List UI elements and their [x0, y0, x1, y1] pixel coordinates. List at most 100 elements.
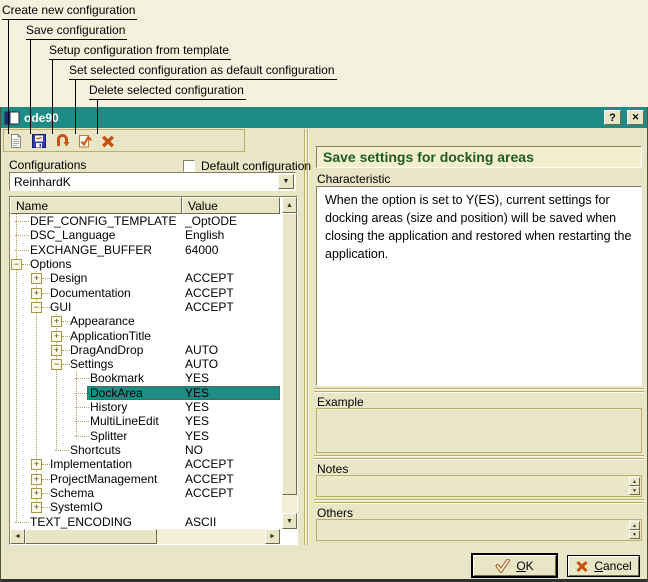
tree-item-name: Schema	[50, 486, 94, 500]
tree-row[interactable]: + Appearance	[10, 314, 280, 328]
tree-branch-line	[15, 235, 29, 236]
expand-toggle-icon[interactable]: +	[31, 273, 42, 284]
tree-item-name: DEF_CONFIG_TEMPLATE	[30, 214, 176, 228]
tree-item-name: Design	[50, 271, 87, 285]
panel-splitter[interactable]	[304, 129, 309, 545]
expand-toggle-icon[interactable]: +	[31, 288, 42, 299]
arrow-up-icon[interactable]: ▲	[629, 521, 640, 530]
combobox-dropdown-button[interactable]: ▼	[278, 174, 294, 189]
tree-row[interactable]: +DragAndDropAUTO	[10, 343, 280, 357]
tree-row[interactable]: EXCHANGE_BUFFER64000	[10, 243, 280, 257]
window-icon	[4, 111, 20, 125]
tree-item-name: TEXT_ENCODING	[30, 515, 132, 529]
collapse-toggle-icon[interactable]: −	[51, 359, 62, 370]
tree-branch-line	[15, 522, 29, 523]
expand-toggle-icon[interactable]: +	[31, 459, 42, 470]
delete-configuration-button[interactable]	[99, 132, 116, 149]
tree-horizontal-scrollbar[interactable]: ◄ ►	[10, 529, 280, 544]
tree-item-value: YES	[185, 414, 209, 428]
tree-row[interactable]: −SettingsAUTO	[10, 357, 280, 371]
arrow-up-icon[interactable]: ▲	[629, 477, 640, 486]
tree-item-name: Appearance	[70, 314, 135, 328]
expand-toggle-icon[interactable]: +	[51, 331, 62, 342]
tree-row[interactable]: +DocumentationACCEPT	[10, 286, 280, 300]
section-splitter[interactable]	[314, 499, 644, 504]
save-configuration-button[interactable]	[30, 132, 47, 149]
tree-row[interactable]: +ApplicationTitle	[10, 329, 280, 343]
scroll-down-button[interactable]: ▼	[282, 513, 297, 529]
close-button[interactable]: ✕	[627, 110, 644, 125]
arrow-down-icon[interactable]: ▼	[629, 486, 640, 495]
ode90-dialog: ode90 ? ✕	[0, 107, 648, 582]
tree-item-value: YES	[185, 400, 209, 414]
expand-toggle-icon[interactable]: +	[31, 488, 42, 499]
tree-row[interactable]: −Options	[10, 257, 280, 271]
others-text-box: ▲ ▼	[316, 519, 642, 541]
tree-row[interactable]: +SchemaACCEPT	[10, 486, 280, 500]
tree-item-name: Settings	[70, 357, 113, 371]
tree-row[interactable]: +DesignACCEPT	[10, 271, 280, 285]
expand-toggle-icon[interactable]: +	[31, 502, 42, 513]
tree-item-name: Splitter	[90, 429, 127, 443]
tree-row[interactable]: DockAreaYES	[10, 386, 280, 400]
configuration-combobox[interactable]: ReinhardK ▼	[9, 172, 296, 191]
annotation-set-default: Set selected configuration as default co…	[69, 63, 337, 80]
ok-button[interactable]: OK	[471, 553, 558, 578]
setup-from-template-button[interactable]	[53, 132, 70, 149]
notes-scrollbar[interactable]: ▲ ▼	[629, 477, 640, 495]
section-splitter[interactable]	[314, 388, 644, 393]
collapse-toggle-icon[interactable]: −	[11, 259, 22, 270]
arrow-down-icon: ▼	[286, 518, 293, 525]
others-scrollbar[interactable]: ▲ ▼	[629, 521, 640, 539]
tree-branch-line	[55, 450, 69, 451]
cancel-button-label: Cancel	[594, 559, 631, 573]
tree-item-value: YES	[185, 371, 209, 385]
arrow-down-icon[interactable]: ▼	[629, 530, 640, 539]
horizontal-scrollbar-thumb[interactable]	[25, 529, 157, 544]
tree-row[interactable]: Bookmark YES	[10, 371, 280, 385]
tree-branch-line	[42, 464, 50, 465]
tree-row[interactable]: HistoryYES	[10, 400, 280, 414]
expand-toggle-icon[interactable]: +	[51, 345, 62, 356]
tree-row[interactable]: ShortcutsNO	[10, 443, 280, 457]
tree-row[interactable]: DSC_LanguageEnglish	[10, 228, 280, 242]
annotation-save: Save configuration	[26, 23, 127, 40]
tree-row[interactable]: +ImplementationACCEPT	[10, 457, 280, 471]
tree-branch-line	[62, 350, 70, 351]
scroll-right-button[interactable]: ►	[265, 529, 280, 544]
others-label: Others	[317, 506, 353, 520]
default-configuration-label: Default configuration	[201, 159, 311, 173]
tree-branch-line	[42, 307, 50, 308]
expand-toggle-icon[interactable]: +	[51, 316, 62, 327]
cancel-button[interactable]: Cancel	[567, 555, 640, 577]
vertical-scrollbar-thumb[interactable]	[282, 213, 297, 495]
default-configuration-checkbox[interactable]	[183, 160, 195, 172]
scroll-up-button[interactable]: ▲	[282, 197, 297, 213]
tree-row[interactable]: MultiLineEditYES	[10, 414, 280, 428]
tree-row[interactable]: −GUIACCEPT	[10, 300, 280, 314]
tree-branch-line	[75, 421, 89, 422]
tree-row[interactable]: SplitterYES	[10, 429, 280, 443]
scroll-left-button[interactable]: ◄	[10, 529, 25, 544]
default-check-page-icon	[77, 133, 93, 149]
section-splitter[interactable]	[314, 455, 644, 460]
set-default-configuration-button[interactable]	[76, 132, 93, 149]
annotation-connector-line	[52, 59, 53, 134]
tree-row[interactable]: +ProjectManagementACCEPT	[10, 472, 280, 486]
tree-row[interactable]: DEF_CONFIG_TEMPLATE_OptODE	[10, 214, 280, 228]
new-configuration-button[interactable]	[7, 132, 24, 149]
tree-item-name: DragAndDrop	[70, 343, 143, 357]
tree-vertical-scrollbar[interactable]: ▲ ▼	[282, 197, 297, 529]
expand-toggle-icon[interactable]: +	[31, 474, 42, 485]
collapse-toggle-icon[interactable]: −	[31, 302, 42, 313]
help-button[interactable]: ?	[604, 110, 621, 125]
tree-row[interactable]: TEXT_ENCODINGASCII	[10, 515, 280, 529]
annotation-create-new: Create new configuration	[2, 3, 137, 20]
tree-row[interactable]: +SystemIO	[10, 500, 280, 514]
tree-branch-line	[62, 321, 70, 322]
column-header-name[interactable]: Name	[10, 197, 182, 214]
tree-item-name: Bookmark	[90, 371, 144, 385]
tree-item-name: Options	[30, 257, 71, 271]
column-header-value[interactable]: Value	[182, 197, 280, 214]
tree-branch-line	[75, 378, 89, 379]
